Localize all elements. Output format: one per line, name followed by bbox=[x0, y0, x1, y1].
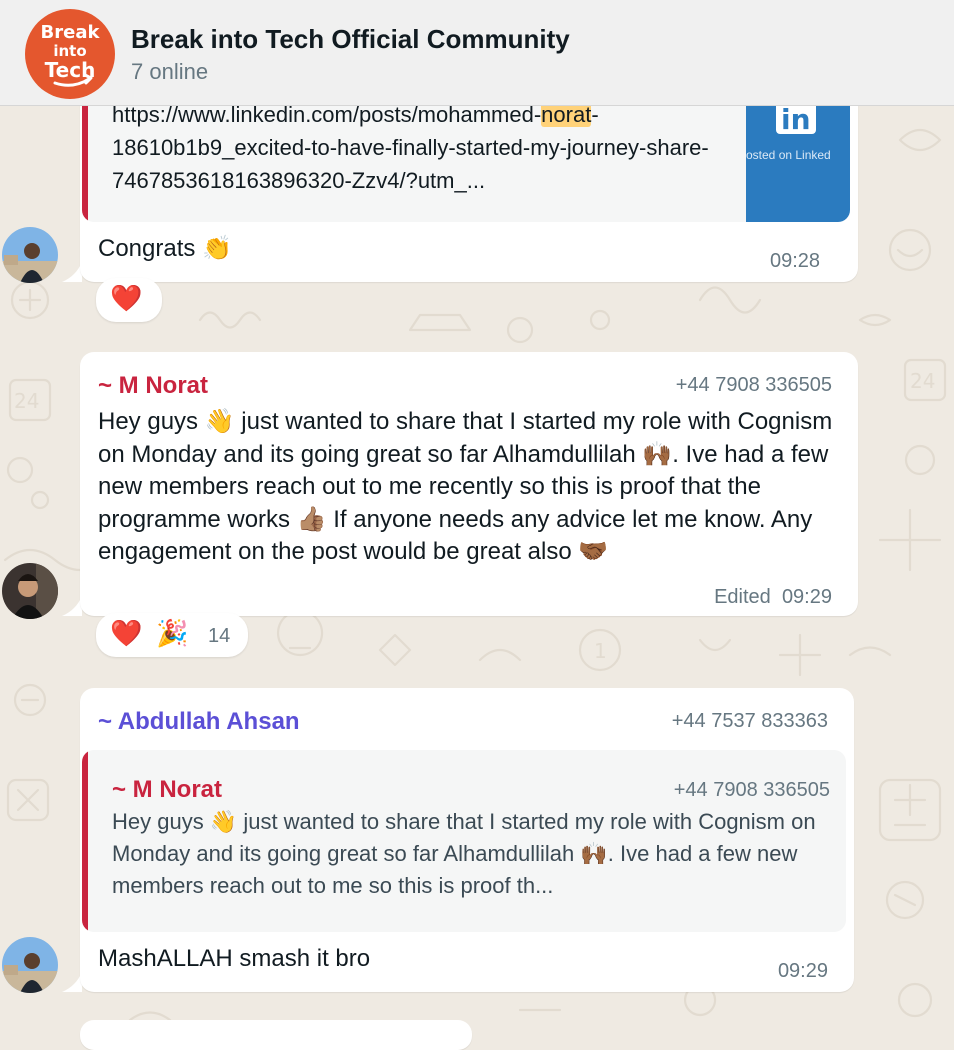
message-bubble-partial[interactable] bbox=[80, 1020, 472, 1050]
group-logo-icon bbox=[53, 73, 93, 87]
linkedin-thumb-label: osted on Linked bbox=[746, 148, 831, 162]
group-avatar[interactable]: Break into Tech bbox=[25, 9, 115, 99]
sender-phone: +44 7908 336505 bbox=[675, 374, 832, 396]
heart-reaction-icon: ❤️ bbox=[110, 619, 143, 649]
message-bubble-m-norat[interactable]: ~ M Norat +44 7908 336505 Hey guys 👋 jus… bbox=[80, 352, 858, 616]
party-popper-reaction-icon: 🎉 bbox=[156, 619, 189, 649]
group-status: 7 online bbox=[131, 59, 209, 84]
linkedin-thumbnail[interactable]: in osted on Linked bbox=[746, 96, 850, 222]
edited-label: Edited bbox=[714, 586, 771, 608]
message-time: 09:28 bbox=[770, 250, 821, 272]
chat-area[interactable]: https://www.linkedin.com/posts/mohammed-… bbox=[0, 0, 954, 1050]
sender-avatar-2[interactable] bbox=[2, 563, 58, 619]
message-text: Hey guys 👋 just wanted to share that I s… bbox=[98, 408, 833, 565]
message-time: 09:29 bbox=[777, 960, 828, 982]
message-text: Congrats 👏 bbox=[98, 235, 232, 262]
sender-phone: +44 7537 833363 bbox=[671, 710, 828, 732]
user-avatar-icon bbox=[2, 563, 58, 619]
user-avatar-icon bbox=[2, 937, 58, 993]
link-preview[interactable]: https://www.linkedin.com/posts/mohammed-… bbox=[82, 96, 850, 222]
message-meta: Edited 09:29 bbox=[714, 586, 832, 609]
group-title[interactable]: Break into Tech Official Community bbox=[131, 24, 570, 55]
quoted-message[interactable]: ~ M Norat +44 7908 336505 Hey guys 👋 jus… bbox=[82, 750, 846, 932]
message-time: 09:29 bbox=[781, 586, 832, 608]
message-bubble-abdullah-ahsan[interactable]: ~ Abdullah Ahsan +44 7537 833363 ~ M Nor… bbox=[80, 688, 854, 992]
sender-name[interactable]: ~ Abdullah Ahsan bbox=[98, 708, 300, 736]
user-avatar-icon bbox=[2, 227, 58, 283]
link-preview-bar bbox=[82, 96, 88, 222]
heart-reaction-icon: ❤️ bbox=[110, 284, 143, 314]
sender-avatar-1[interactable] bbox=[2, 227, 58, 283]
bubble-tail bbox=[62, 972, 82, 992]
reaction-count: 14 bbox=[208, 625, 231, 647]
quote-bar bbox=[82, 750, 88, 932]
reactions-bar[interactable]: ❤️ bbox=[96, 278, 162, 322]
message-bubble-congrats[interactable]: https://www.linkedin.com/posts/mohammed-… bbox=[80, 96, 858, 282]
link-url[interactable]: https://www.linkedin.com/posts/mohammed-… bbox=[112, 98, 732, 197]
quoted-sender-name: ~ M Norat bbox=[112, 776, 223, 803]
quoted-text: Hey guys 👋 just wanted to share that I s… bbox=[112, 809, 816, 898]
chat-header[interactable]: Break into Tech Break into Tech Official… bbox=[0, 0, 954, 106]
quoted-sender-phone: +44 7908 336505 bbox=[673, 779, 830, 801]
message-text: MashALLAH smash it bro bbox=[98, 945, 371, 972]
sender-name[interactable]: ~ M Norat bbox=[98, 372, 208, 400]
sender-avatar-3[interactable] bbox=[2, 937, 58, 993]
svg-text:in: in bbox=[781, 103, 811, 136]
bubble-tail bbox=[62, 262, 82, 282]
reactions-bar[interactable]: ❤️ 🎉 14 bbox=[96, 613, 248, 657]
bubble-tail bbox=[62, 596, 82, 616]
